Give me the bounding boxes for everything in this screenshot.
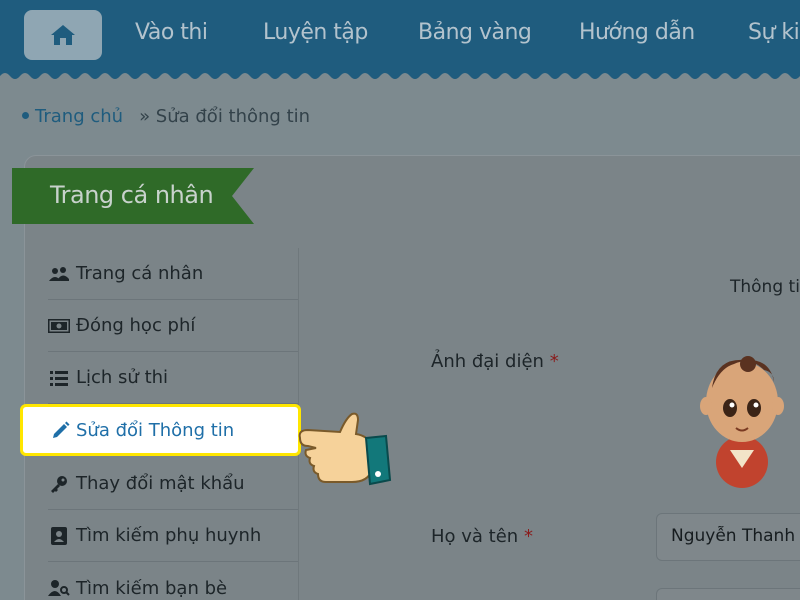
sidebar-item-label: Đóng học phí [76, 315, 196, 336]
nav-item-luyen-tap[interactable]: Luyện tập [263, 20, 368, 45]
nav-wave-border [0, 68, 800, 79]
bullet-icon [22, 111, 29, 119]
nav-item-su-kien[interactable]: Sự kiện [748, 20, 800, 45]
sidebar-item-tim-kiem-ban-be[interactable]: Tìm kiếm bạn bè [48, 562, 298, 600]
panel-title: Trang cá nhân [50, 181, 214, 209]
breadcrumb-home-link[interactable]: Trang chủ [35, 106, 123, 127]
nav-item-vao-thi[interactable]: Vào thi [135, 20, 208, 45]
sidebar-item-tim-kiem-phu-huynh[interactable]: Tìm kiếm phụ huynh [48, 510, 298, 562]
nav-item-bang-vang[interactable]: Bảng vàng [418, 20, 532, 45]
pencil-icon [50, 421, 72, 439]
sidebar-item-label: Thay đổi mật khẩu [76, 473, 245, 494]
next-field-input[interactable] [656, 588, 800, 600]
required-mark: * [549, 351, 559, 372]
sidebar-item-label: Sửa đổi Thông tin [76, 419, 235, 441]
list-icon [48, 370, 70, 386]
required-mark: * [523, 526, 533, 547]
pointing-hand-icon [298, 412, 392, 486]
contact-card-icon [48, 526, 70, 545]
sidebar-item-lich-su-thi[interactable]: Lịch sử thi [48, 352, 298, 404]
home-button[interactable] [24, 10, 102, 60]
user-search-icon [48, 579, 70, 597]
top-navigation: Vào thi Luyện tập Bảng vàng Hướng dẫn Sự… [0, 0, 800, 79]
key-icon [48, 475, 70, 493]
nav-item-huong-dan[interactable]: Hướng dẫn [579, 20, 695, 45]
sidebar-item-sua-doi-thong-tin[interactable]: Sửa đổi Thông tin [20, 404, 301, 456]
avatar[interactable] [690, 350, 790, 490]
money-icon [48, 318, 70, 333]
users-icon [48, 266, 70, 282]
sidebar-item-dong-hoc-phi[interactable]: Đóng học phí [48, 300, 298, 352]
section-heading: Thông tin [730, 277, 800, 297]
avatar-label: Ảnh đại diện * [431, 351, 559, 372]
avatar-label-text: Ảnh đại diện [431, 351, 544, 372]
breadcrumb: Trang chủ » Sửa đổi thông tin [22, 106, 310, 127]
fullname-label-text: Họ và tên [431, 526, 519, 547]
sidebar-item-label: Trang cá nhân [76, 263, 204, 284]
breadcrumb-current: » Sửa đổi thông tin [139, 106, 311, 127]
sidebar-item-trang-ca-nhan[interactable]: Trang cá nhân [48, 248, 298, 300]
sidebar-item-label: Tìm kiếm phụ huynh [76, 525, 262, 546]
home-icon [51, 25, 75, 45]
sidebar-item-label: Tìm kiếm bạn bè [76, 577, 228, 599]
fullname-input[interactable]: Nguyễn Thanh Tâm [656, 513, 800, 561]
fullname-label: Họ và tên * [431, 526, 533, 547]
sidebar-item-label: Lịch sử thi [76, 367, 169, 388]
sidebar-item-thay-doi-mat-khau[interactable]: Thay đổi mật khẩu [48, 458, 298, 510]
